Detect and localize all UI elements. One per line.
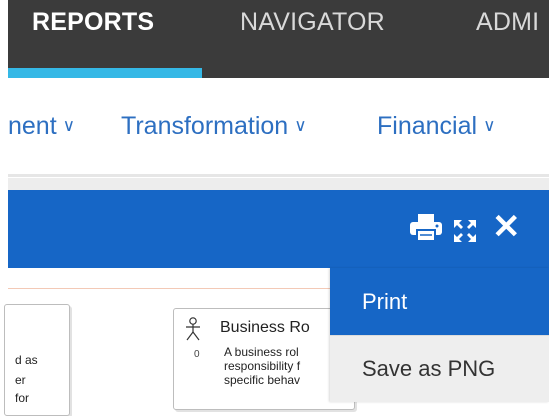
description-line: responsibility f xyxy=(224,359,301,373)
element-title: Business Ro xyxy=(220,319,310,336)
subnav-item-label: nent xyxy=(8,112,57,140)
panel-header: ✕ xyxy=(8,190,549,268)
chevron-down-icon: ∨ xyxy=(483,116,496,135)
close-icon[interactable]: ✕ xyxy=(492,210,521,244)
app-window: REPORTS NAVIGATOR ADMI nent ∨ Transformat… xyxy=(0,0,549,416)
top-navigation-bar: REPORTS NAVIGATOR ADMI xyxy=(8,0,549,78)
tab-reports[interactable]: REPORTS xyxy=(32,0,154,78)
subnav-divider xyxy=(8,174,549,177)
subnav-item-label: Financial xyxy=(377,112,478,140)
menu-item-save-as-png[interactable]: Save as PNG xyxy=(330,335,549,402)
canvas-guide-line xyxy=(8,288,338,289)
business-role-element[interactable]: 0 Business Ro A business rol responsibil… xyxy=(173,308,355,410)
element-text-line: d as xyxy=(15,353,38,367)
export-menu: Print Save as PNG xyxy=(330,268,549,402)
expand-icon[interactable] xyxy=(454,220,476,242)
element-text-line: for xyxy=(15,391,30,405)
element-description: A business rol responsibility f specific… xyxy=(224,345,300,387)
sub-navigation-bar: nent ∨ Transformation ∨ Financial ∨ xyxy=(8,78,549,178)
diagram-element-box[interactable]: d as er for xyxy=(4,304,70,416)
actor-icon xyxy=(186,317,200,341)
subnav-item-management[interactable]: nent ∨ xyxy=(8,112,75,141)
subnav-item-label: Transformation xyxy=(121,112,289,140)
tab-admin[interactable]: ADMI xyxy=(476,0,539,78)
print-icon[interactable] xyxy=(410,214,442,242)
chevron-down-icon: ∨ xyxy=(294,116,307,135)
element-count: 0 xyxy=(194,349,200,360)
tab-navigator[interactable]: NAVIGATOR xyxy=(240,0,385,78)
description-line: specific behav xyxy=(224,373,301,387)
subnav-item-financial[interactable]: Financial ∨ xyxy=(377,112,496,141)
active-tab-indicator xyxy=(8,68,202,78)
description-line: A business rol xyxy=(224,345,299,359)
menu-item-print[interactable]: Print xyxy=(330,268,549,335)
chevron-down-icon: ∨ xyxy=(62,116,76,135)
section-separator xyxy=(8,178,549,190)
subnav-item-transformation[interactable]: Transformation ∨ xyxy=(121,112,307,141)
element-text-line: er xyxy=(15,373,26,387)
